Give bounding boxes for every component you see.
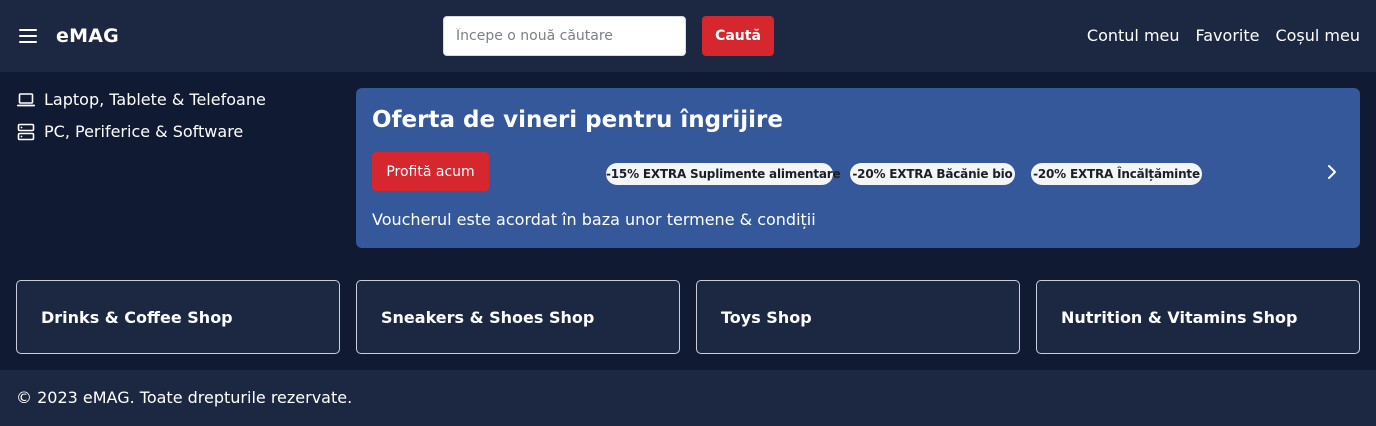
chevron-right-icon[interactable] <box>1322 162 1342 182</box>
nav-cart-link[interactable]: Coșul meu <box>1275 25 1360 47</box>
promo-banner: Oferta de vineri pentru îngrijire Profit… <box>356 88 1360 248</box>
laptop-icon <box>16 90 36 110</box>
promo-chip[interactable]: -15% EXTRA Suplimente alimentare <box>606 163 841 185</box>
shop-card-nutrition-vitamins[interactable]: Nutrition & Vitamins Shop <box>1036 280 1360 354</box>
header: eMAG Caută Contul meu Favorite Coșul meu <box>0 0 1376 72</box>
logo[interactable]: eMAG <box>56 24 119 48</box>
header-nav: Contul meu Favorite Coșul meu <box>1087 25 1360 47</box>
sidebar-item-pc[interactable]: PC, Periferice & Software <box>16 120 336 144</box>
sidebar-item-laptops[interactable]: Laptop, Tablete & Telefoane <box>16 88 336 112</box>
copyright-text: © 2023 eMAG. Toate drepturile rezervate. <box>16 388 353 407</box>
banner-title: Oferta de vineri pentru îngrijire <box>372 107 783 133</box>
nav-favorites-link[interactable]: Favorite <box>1196 25 1260 47</box>
voucher-note: Voucherul este acordat în baza unor term… <box>372 210 816 229</box>
sidebar-item-label: PC, Periferice & Software <box>44 122 244 141</box>
shop-card-drinks-coffee[interactable]: Drinks & Coffee Shop <box>16 280 340 354</box>
category-sidebar: Laptop, Tablete & Telefoane PC, Periferi… <box>16 88 336 144</box>
shop-card-label: Nutrition & Vitamins Shop <box>1061 308 1298 327</box>
promo-chip[interactable]: -20% EXTRA Încălțăminte <box>1031 163 1202 185</box>
search-input[interactable] <box>443 16 686 56</box>
nav-account-link[interactable]: Contul meu <box>1087 25 1180 47</box>
shop-card-label: Drinks & Coffee Shop <box>41 308 233 327</box>
shop-card-toys[interactable]: Toys Shop <box>696 280 1020 354</box>
search-button[interactable]: Caută <box>702 16 774 56</box>
hamburger-menu-icon[interactable] <box>19 28 37 44</box>
shop-card-label: Toys Shop <box>721 308 812 327</box>
shop-card-label: Sneakers & Shoes Shop <box>381 308 595 327</box>
server-icon <box>16 122 36 142</box>
sidebar-item-label: Laptop, Tablete & Telefoane <box>44 90 266 109</box>
footer: © 2023 eMAG. Toate drepturile rezervate. <box>0 370 1376 426</box>
shop-card-sneakers-shoes[interactable]: Sneakers & Shoes Shop <box>356 280 680 354</box>
cta-button[interactable]: Profită acum <box>372 152 489 191</box>
promo-chip[interactable]: -20% EXTRA Băcănie bio <box>850 163 1015 185</box>
